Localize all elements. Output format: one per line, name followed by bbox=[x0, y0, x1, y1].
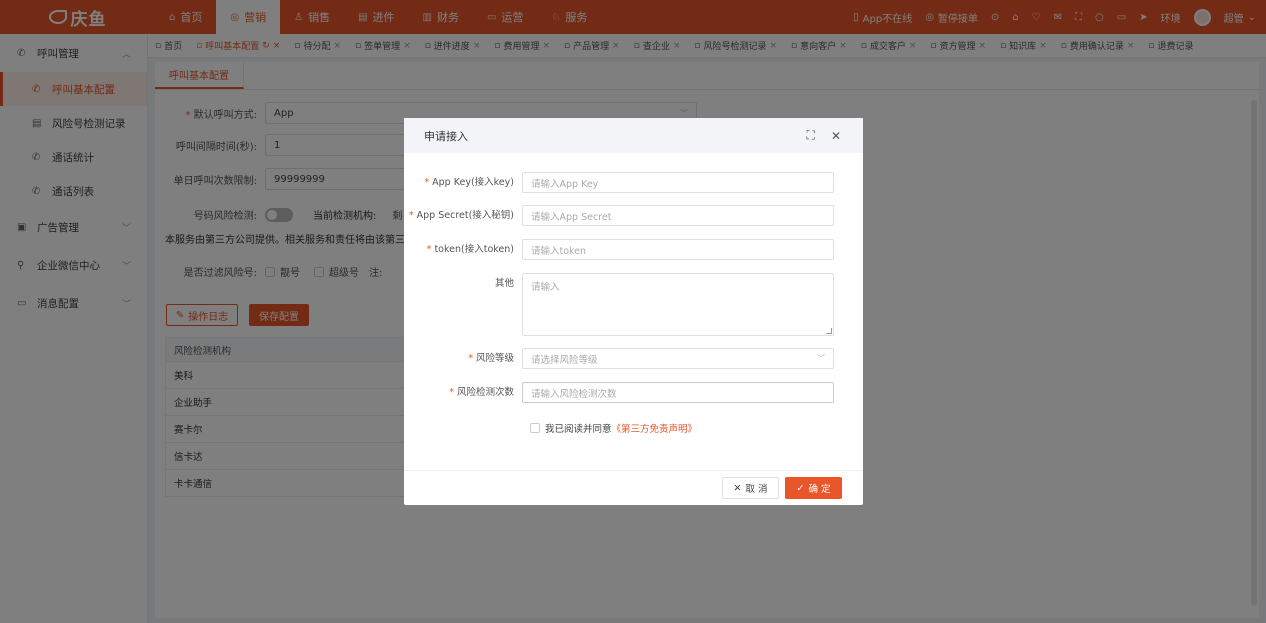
close-icon[interactable]: ✕ bbox=[831, 129, 841, 143]
other-textarea[interactable]: 请输入 bbox=[522, 273, 834, 336]
token-field: * token(接入token) 请输入token bbox=[404, 239, 834, 260]
risk-count-input[interactable]: 请输入风险检测次数 bbox=[522, 382, 834, 403]
risk-level-field: * 风险等级 请选择风险等级 ﹀ bbox=[404, 348, 834, 369]
cancel-button[interactable]: ✕ 取 消 bbox=[722, 477, 779, 499]
app-key-input[interactable]: 请输入App Key bbox=[522, 172, 834, 193]
dialog-title: 申请接入 bbox=[424, 129, 468, 143]
app-secret-input[interactable]: 请输入App Secret bbox=[522, 205, 834, 226]
resize-handle-icon[interactable] bbox=[826, 328, 832, 334]
dialog-header: 申请接入 ⛶ ✕ bbox=[404, 118, 863, 153]
chevron-down-icon: ﹀ bbox=[817, 354, 825, 363]
app-key-field: * App Key(接入key) 请输入App Key bbox=[404, 172, 834, 193]
other-field: 其他 请输入 bbox=[404, 273, 834, 336]
close-icon: ✕ bbox=[733, 482, 742, 494]
risk-level-select[interactable]: 请选择风险等级 ﹀ bbox=[522, 348, 834, 369]
agree-checkbox[interactable] bbox=[530, 423, 540, 433]
agree-row: 我已阅读并同意 《第三方免责声明》 bbox=[530, 421, 697, 435]
app-secret-field: * App Secret(接入秘钥) 请输入App Secret bbox=[404, 205, 834, 226]
disclaimer-link[interactable]: 《第三方免责声明》 bbox=[612, 421, 698, 435]
apply-access-dialog: 申请接入 ⛶ ✕ * App Key(接入key) 请输入App Key * A… bbox=[404, 118, 863, 505]
check-icon: ✓ bbox=[796, 482, 805, 494]
risk-count-field: * 风险检测次数 请输入风险检测次数 bbox=[404, 382, 834, 403]
token-input[interactable]: 请输入token bbox=[522, 239, 834, 260]
fullscreen-icon[interactable]: ⛶ bbox=[807, 128, 815, 143]
dialog-footer: ✕ 取 消 ✓ 确 定 bbox=[404, 470, 863, 505]
confirm-button[interactable]: ✓ 确 定 bbox=[785, 477, 842, 499]
